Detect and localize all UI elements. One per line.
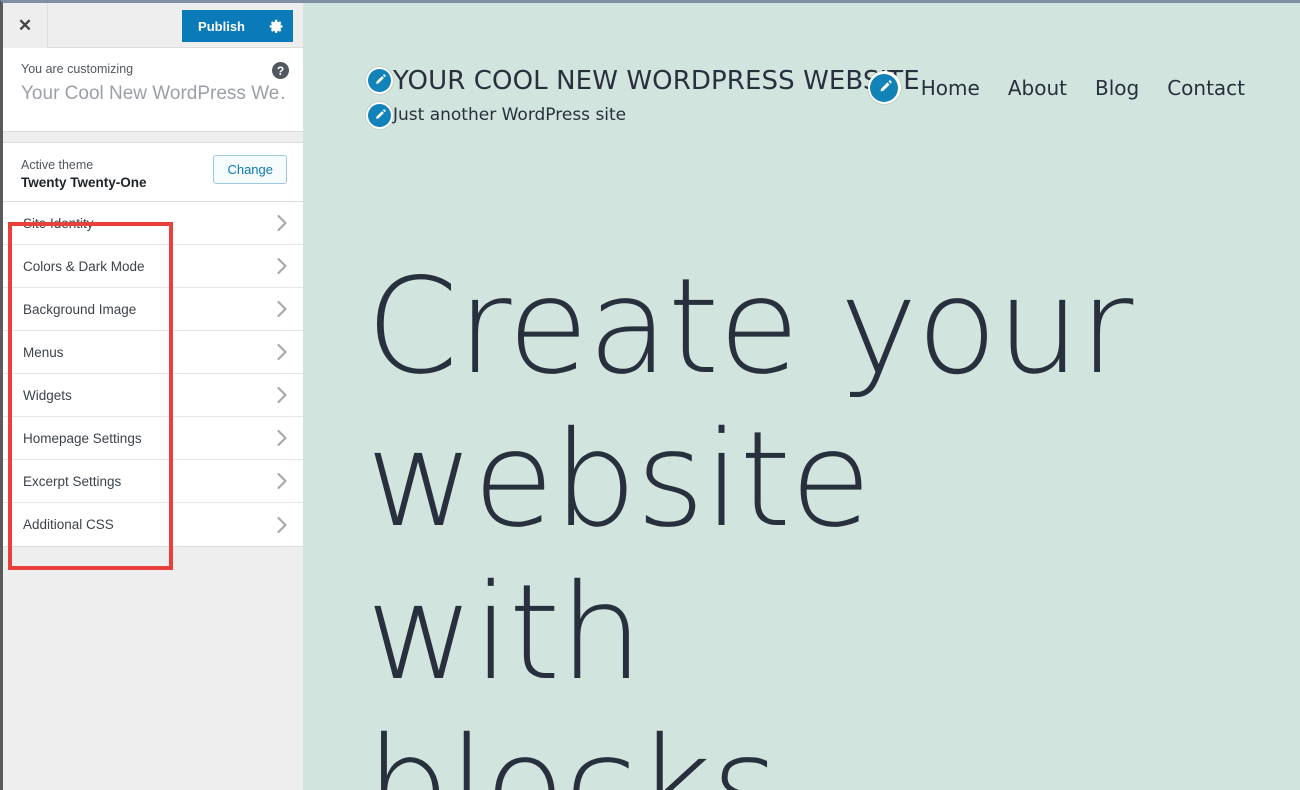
hero-heading-line-2: website with bbox=[366, 403, 871, 711]
customizer-section-item[interactable]: Excerpt Settings bbox=[3, 460, 303, 503]
site-title-row: YOUR COOL NEW WORDPRESS WEBSITE bbox=[366, 67, 920, 94]
pencil-glyph-icon bbox=[880, 80, 892, 92]
chevron-right-icon bbox=[276, 257, 289, 275]
site-branding: YOUR COOL NEW WORDPRESS WEBSITE Just ano… bbox=[366, 67, 920, 129]
customizer-section-label: Excerpt Settings bbox=[23, 473, 122, 489]
site-tagline-row: Just another WordPress site bbox=[366, 102, 920, 129]
customizer-section-label: Additional CSS bbox=[23, 517, 114, 532]
chevron-right-icon bbox=[276, 300, 289, 318]
hero-heading-line-1: Create your bbox=[366, 250, 1133, 404]
publish-group: Publish bbox=[182, 10, 293, 42]
publish-settings-button[interactable] bbox=[259, 10, 293, 42]
customizer-section-item[interactable]: Widgets bbox=[3, 374, 303, 417]
customizer-section-item[interactable]: Site Identity bbox=[3, 202, 303, 245]
pencil-glyph-icon bbox=[376, 109, 386, 119]
customizing-info-panel: You are customizing Your Cool New WordPr… bbox=[3, 48, 303, 132]
chevron-right-icon bbox=[276, 214, 289, 232]
customizer-section-label: Widgets bbox=[23, 387, 72, 403]
edit-site-title-icon[interactable] bbox=[366, 67, 393, 94]
customizer-screen: ✕ Publish You are customizing Your Cool … bbox=[0, 0, 1300, 790]
customizer-section-item[interactable]: Homepage Settings bbox=[3, 417, 303, 460]
chevron-right-icon bbox=[276, 343, 289, 361]
site-title: YOUR COOL NEW WORDPRESS WEBSITE bbox=[393, 65, 920, 96]
close-customizer-button[interactable]: ✕ bbox=[3, 3, 48, 48]
pencil-icon bbox=[368, 104, 391, 127]
pencil-icon bbox=[368, 69, 391, 92]
publish-button[interactable]: Publish bbox=[182, 10, 259, 42]
customizer-section-label: Colors & Dark Mode bbox=[23, 258, 145, 274]
chevron-right-icon bbox=[276, 472, 289, 490]
site-preview: YOUR COOL NEW WORDPRESS WEBSITE Just ano… bbox=[303, 3, 1300, 790]
customizer-topbar: ✕ Publish bbox=[3, 3, 303, 48]
customizing-site-title: Your Cool New WordPress We… bbox=[21, 82, 285, 104]
edit-menu-icon[interactable] bbox=[867, 71, 901, 104]
hero-section: Create your website with blocks bbox=[366, 250, 1166, 790]
nav-item[interactable]: Contact bbox=[1167, 78, 1245, 98]
active-theme-panel: Active theme Twenty Twenty-One Change bbox=[3, 142, 303, 202]
hero-heading-line-3: blocks bbox=[366, 709, 780, 790]
site-tagline: Just another WordPress site bbox=[393, 105, 627, 125]
chevron-right-icon bbox=[276, 429, 289, 447]
chevron-right-icon bbox=[276, 516, 289, 534]
primary-menu: Home About Blog Contact bbox=[921, 78, 1245, 98]
customizing-info-label: You are customizing bbox=[21, 62, 134, 76]
gear-icon bbox=[269, 19, 283, 33]
edit-site-tagline-icon[interactable] bbox=[366, 102, 393, 129]
pencil-glyph-icon bbox=[376, 74, 386, 84]
customizer-sections-list: Site Identity Colors & Dark Mode Backgroun… bbox=[3, 202, 303, 547]
site-navigation: Home About Blog Contact bbox=[867, 71, 1245, 104]
customizer-section-label: Menus bbox=[23, 344, 64, 360]
customizer-section-item[interactable]: Colors & Dark Mode bbox=[3, 245, 303, 288]
customizer-sidebar: ✕ Publish You are customizing Your Cool … bbox=[3, 3, 303, 790]
close-icon: ✕ bbox=[17, 16, 33, 35]
customizer-section-label: Homepage Settings bbox=[23, 430, 142, 446]
customizer-section-item[interactable]: Menus bbox=[3, 331, 303, 374]
customizer-section-label: Site Identity bbox=[23, 215, 94, 231]
panel-divider bbox=[3, 132, 303, 142]
help-icon[interactable]: ? bbox=[272, 62, 289, 79]
customizer-section-item[interactable]: Background Image bbox=[3, 288, 303, 331]
nav-item[interactable]: Home bbox=[921, 78, 980, 98]
change-theme-button[interactable]: Change bbox=[213, 155, 287, 184]
pencil-icon bbox=[870, 73, 899, 102]
nav-item[interactable]: About bbox=[1008, 78, 1067, 98]
site-header: YOUR COOL NEW WORDPRESS WEBSITE Just ano… bbox=[303, 3, 1300, 143]
nav-item[interactable]: Blog bbox=[1095, 78, 1139, 98]
customizer-section-label: Background Image bbox=[23, 301, 137, 317]
customizer-section-item[interactable]: Additional CSS bbox=[3, 503, 303, 546]
chevron-right-icon bbox=[276, 386, 289, 404]
